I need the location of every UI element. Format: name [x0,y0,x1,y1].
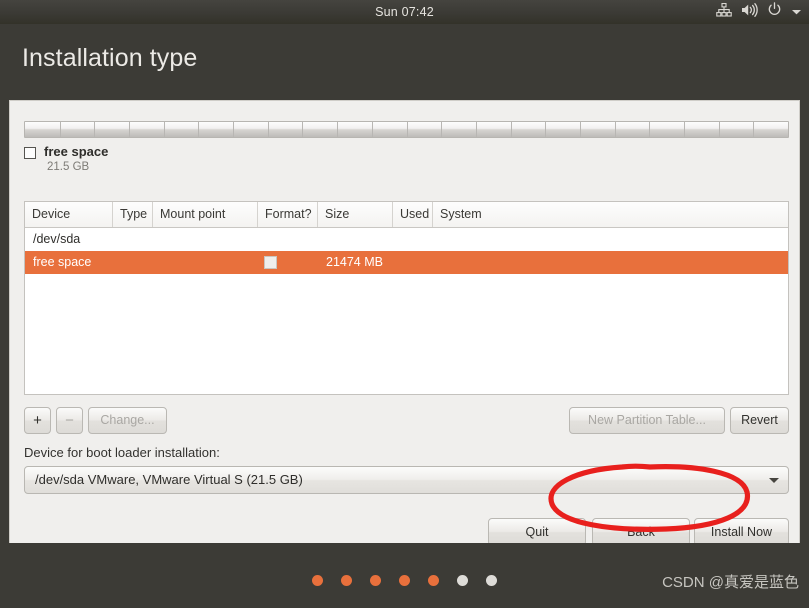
column-header-format[interactable]: Format? [258,202,318,227]
progress-dot [428,575,439,586]
disk-usage-bar [24,121,789,138]
disk-bar-segment [615,122,616,137]
disk-bar-segment [407,122,408,137]
installer-content: free space 21.5 GB Device Type Mount point… [9,100,800,546]
disk-bar-segment [233,122,234,137]
disk-bar-segment [302,122,303,137]
legend-label-free-space: free space [44,144,109,159]
disk-bar-segment [649,122,650,137]
bootloader-select[interactable]: /dev/sda VMware, VMware Virtual S (21.5 … [24,466,789,494]
disk-bar-segment [372,122,373,137]
partition-table[interactable]: Device Type Mount point Format? Size Used Syst… [24,201,789,395]
network-icon[interactable] [716,2,732,22]
partition-table-body: /dev/sda free space 21474 MB [25,228,788,274]
format-checkbox[interactable] [264,256,277,269]
disk-bar-segment [545,122,546,137]
disk-bar-segment [441,122,442,137]
add-partition-button[interactable]: + [24,407,51,434]
disk-bar-segment [60,122,61,137]
chevron-down-icon [769,478,779,483]
disk-bar-segment [94,122,95,137]
install-now-button[interactable]: Install Now [694,518,789,546]
disk-bar-segment [337,122,338,137]
disk-bar-segment [684,122,685,137]
progress-dot [457,575,468,586]
column-header-type[interactable]: Type [113,202,153,227]
top-panel: Sun 07:42 [0,0,809,24]
disk-bar-segment [753,122,754,137]
column-header-used[interactable]: Used [393,202,433,227]
page-title: Installation type [22,44,198,72]
disk-bar-segment [129,122,130,137]
cell-size: 21474 MB [326,255,383,269]
bootloader-selected-value: /dev/sda VMware, VMware Virtual S (21.5 … [35,472,303,487]
cell-device: free space [33,255,92,269]
legend-swatch-free-space [24,147,36,159]
legend-size-free-space: 21.5 GB [47,161,90,173]
progress-dot [312,575,323,586]
revert-button[interactable]: Revert [730,407,789,434]
installer-window: Installation type free space 21.5 GB Dev… [0,24,809,608]
chevron-down-icon[interactable] [791,3,802,21]
disk-legend: free space 21.5 GB [24,144,424,178]
change-partition-button[interactable]: Change... [88,407,167,434]
system-tray [716,0,802,24]
disk-bar-segment [580,122,581,137]
column-header-system[interactable]: System [433,202,788,227]
bottom-bar: CSDN @真爱是蓝色 [0,543,809,608]
column-header-mount-point[interactable]: Mount point [153,202,258,227]
remove-partition-button[interactable]: − [56,407,83,434]
table-row[interactable]: free space 21474 MB [25,251,788,274]
volume-icon[interactable] [741,2,758,22]
progress-dot [399,575,410,586]
column-header-size[interactable]: Size [318,202,393,227]
disk-bar-segment [476,122,477,137]
disk-bar-segment [719,122,720,137]
new-partition-table-button[interactable]: New Partition Table... [569,407,725,434]
disk-bar-segment [511,122,512,137]
progress-dot [370,575,381,586]
column-header-device[interactable]: Device [25,202,113,227]
partition-table-header: Device Type Mount point Format? Size Used Syst… [25,202,788,228]
cell-device: /dev/sda [33,232,81,246]
watermark: CSDN @真爱是蓝色 [662,574,799,591]
back-button[interactable]: Back [592,518,690,546]
bootloader-label: Device for boot loader installation: [24,445,220,460]
quit-button[interactable]: Quit [488,518,586,546]
progress-dot [486,575,497,586]
clock: Sun 07:42 [375,5,434,19]
progress-dot [341,575,352,586]
window-titlebar: Installation type [0,24,809,100]
disk-bar-segment [198,122,199,137]
disk-bar-segment [164,122,165,137]
installer-screen: Sun 07:42 Installation type free space 2… [0,0,809,608]
table-row[interactable]: /dev/sda [25,228,788,251]
disk-bar-segment [268,122,269,137]
power-icon[interactable] [767,2,782,22]
